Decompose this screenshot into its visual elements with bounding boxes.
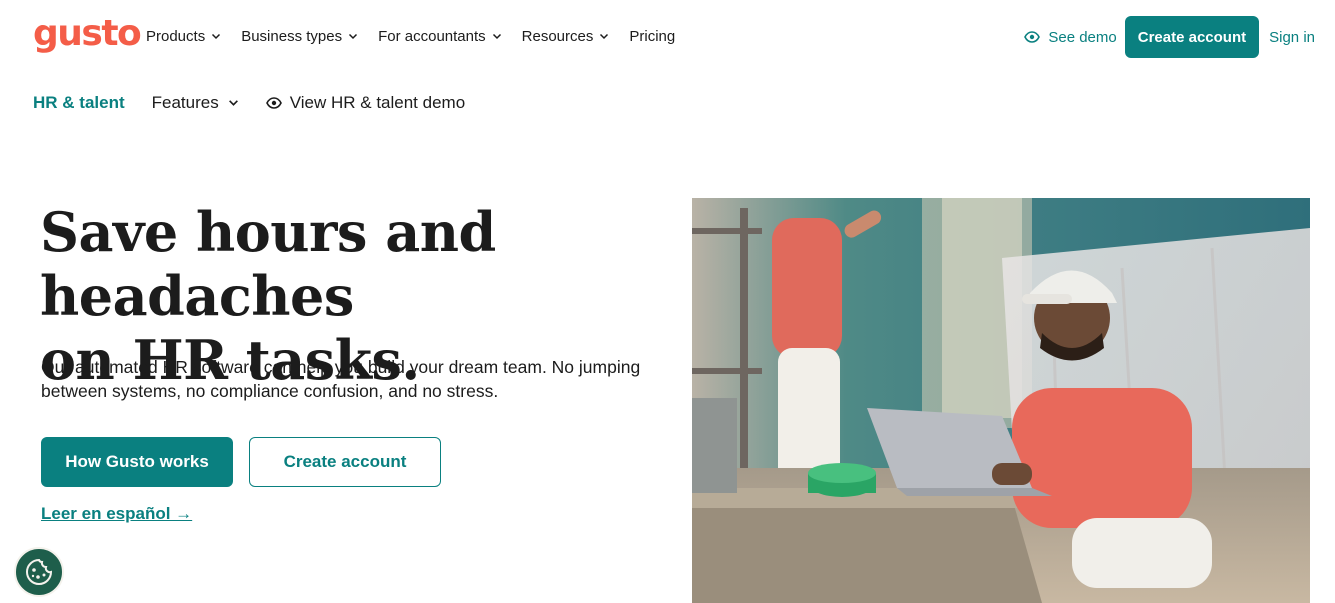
create-account-button[interactable]: Create account <box>1124 16 1260 58</box>
subnav-features[interactable]: Features <box>152 93 239 113</box>
nav-business-types-label: Business types <box>241 27 343 45</box>
nav-resources-label: Resources <box>521 27 594 45</box>
chevron-down-icon <box>492 31 502 41</box>
nav-pricing[interactable]: Pricing <box>629 25 675 47</box>
cookie-settings-button[interactable] <box>14 547 64 597</box>
see-demo-link[interactable]: See demo <box>1024 28 1117 46</box>
chevron-down-icon <box>211 31 221 41</box>
nav-products[interactable]: Products <box>146 25 221 47</box>
see-demo-label: See demo <box>1048 28 1117 46</box>
hero-photo-illustration <box>692 198 1310 603</box>
top-navigation: gusto Products Business types For accoun… <box>0 0 1335 72</box>
chevron-down-icon <box>228 93 239 113</box>
how-gusto-works-button[interactable]: How Gusto works <box>41 437 233 487</box>
eye-icon <box>1024 31 1041 43</box>
nav-for-accountants[interactable]: For accountants <box>378 25 502 47</box>
main-nav: Products Business types For accountants … <box>146 25 695 47</box>
headline-line-1: Save hours and headaches <box>40 200 496 328</box>
hero-subcopy: Our automated HR software can help you b… <box>41 357 641 401</box>
create-account-hero-button[interactable]: Create account <box>249 437 441 487</box>
hero-photo <box>692 198 1310 603</box>
section-subnav: HR & talent Features View HR & talent de… <box>33 92 465 114</box>
gusto-logo[interactable]: gusto <box>33 12 142 56</box>
sign-in-link[interactable]: Sign in <box>1269 29 1315 46</box>
nav-for-accountants-label: For accountants <box>378 27 486 45</box>
nav-business-types[interactable]: Business types <box>241 25 358 47</box>
eye-icon <box>265 97 282 109</box>
cookie-icon <box>26 558 53 585</box>
nav-actions: See demo Create account Sign in <box>1024 16 1315 58</box>
nav-resources[interactable]: Resources <box>522 25 610 47</box>
spanish-link[interactable]: Leer en español → <box>41 504 192 524</box>
subnav-features-label: Features <box>151 93 219 112</box>
nav-pricing-label: Pricing <box>629 27 676 45</box>
view-hr-demo-link[interactable]: View HR & talent demo <box>265 93 466 113</box>
chevron-down-icon <box>599 31 609 41</box>
view-hr-demo-label: View HR & talent demo <box>289 93 466 112</box>
subnav-hr-talent[interactable]: HR & talent <box>33 93 125 113</box>
nav-products-label: Products <box>146 27 206 45</box>
chevron-down-icon <box>348 31 358 41</box>
